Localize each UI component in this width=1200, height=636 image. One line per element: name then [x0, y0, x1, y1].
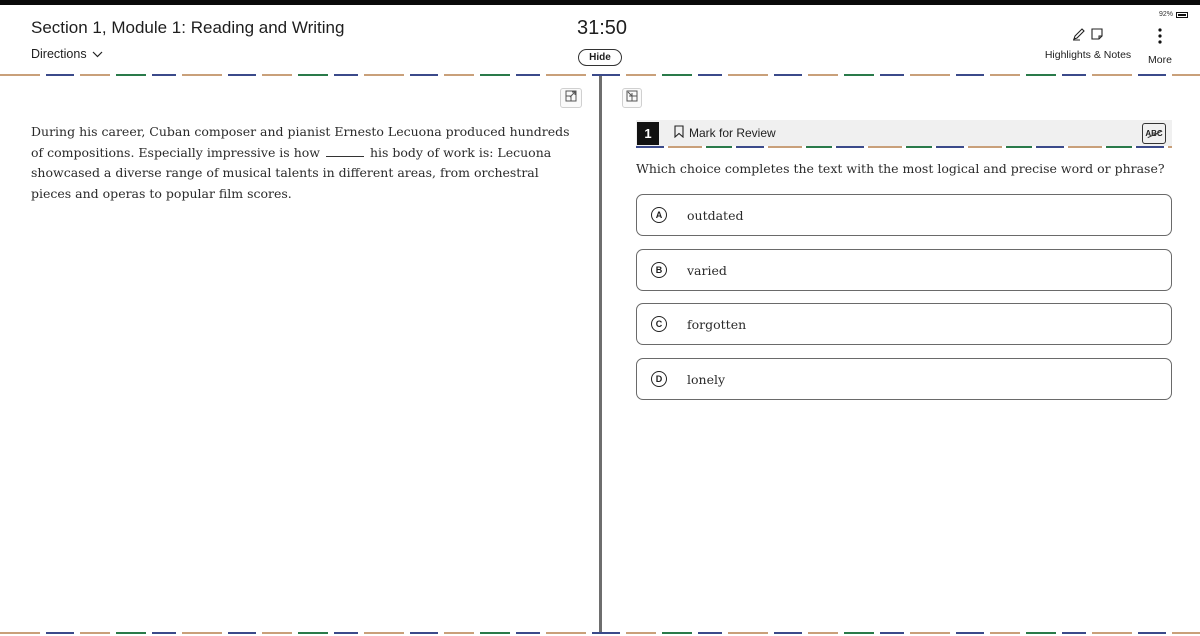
choice-letter: A	[651, 207, 667, 223]
question-number: 1	[637, 122, 659, 145]
choice-letter: B	[651, 262, 667, 278]
pen-icon	[1072, 27, 1086, 46]
choice-letter: D	[651, 371, 667, 387]
section-title: Section 1, Module 1: Reading and Writing	[31, 18, 345, 37]
expand-icon	[565, 89, 577, 107]
collapse-question-button[interactable]	[622, 88, 642, 108]
more-label: More	[1148, 54, 1172, 66]
answer-choice-d[interactable]: D lonely	[636, 358, 1172, 400]
battery-icon	[1176, 11, 1189, 18]
directions-label: Directions	[31, 47, 87, 61]
header: Section 1, Module 1: Reading and Writing…	[0, 5, 1200, 75]
directions-button[interactable]: Directions	[31, 47, 103, 61]
answer-choice-a[interactable]: A outdated	[636, 194, 1172, 236]
passage-blank	[325, 146, 364, 157]
choice-letter: C	[651, 316, 667, 332]
battery-status: 92%	[1159, 11, 1189, 18]
highlights-notes-button[interactable]: Highlights & Notes	[1040, 27, 1136, 61]
choice-text: varied	[687, 262, 727, 278]
answer-choice-c[interactable]: C forgotten	[636, 303, 1172, 345]
collapse-icon	[626, 89, 638, 107]
choice-text: lonely	[687, 371, 726, 387]
timer: 31:50	[577, 17, 628, 39]
more-vertical-icon	[1142, 27, 1178, 50]
passage-text: During his career, Cuban composer and pi…	[31, 122, 571, 204]
mark-for-review-button[interactable]: Mark for Review	[674, 125, 776, 141]
question-header-divider	[636, 146, 1172, 148]
bookmark-icon	[674, 125, 684, 141]
choice-text: outdated	[687, 207, 744, 223]
chevron-down-icon	[92, 47, 103, 61]
highlights-notes-label: Highlights & Notes	[1044, 49, 1132, 61]
answer-choice-b[interactable]: B varied	[636, 249, 1172, 291]
battery-level: 92%	[1159, 11, 1174, 18]
note-icon	[1090, 27, 1104, 46]
question-prompt: Which choice completes the text with the…	[636, 161, 1165, 176]
mark-for-review-label: Mark for Review	[689, 126, 776, 140]
footer-divider	[0, 632, 1200, 634]
hide-timer-button[interactable]: Hide	[578, 49, 622, 66]
pane-divider[interactable]	[599, 76, 602, 632]
answer-eliminator-button[interactable]: ABC	[1142, 123, 1166, 144]
more-button[interactable]: More	[1142, 27, 1178, 66]
choice-text: forgotten	[687, 316, 747, 332]
expand-passage-button[interactable]	[560, 88, 582, 108]
